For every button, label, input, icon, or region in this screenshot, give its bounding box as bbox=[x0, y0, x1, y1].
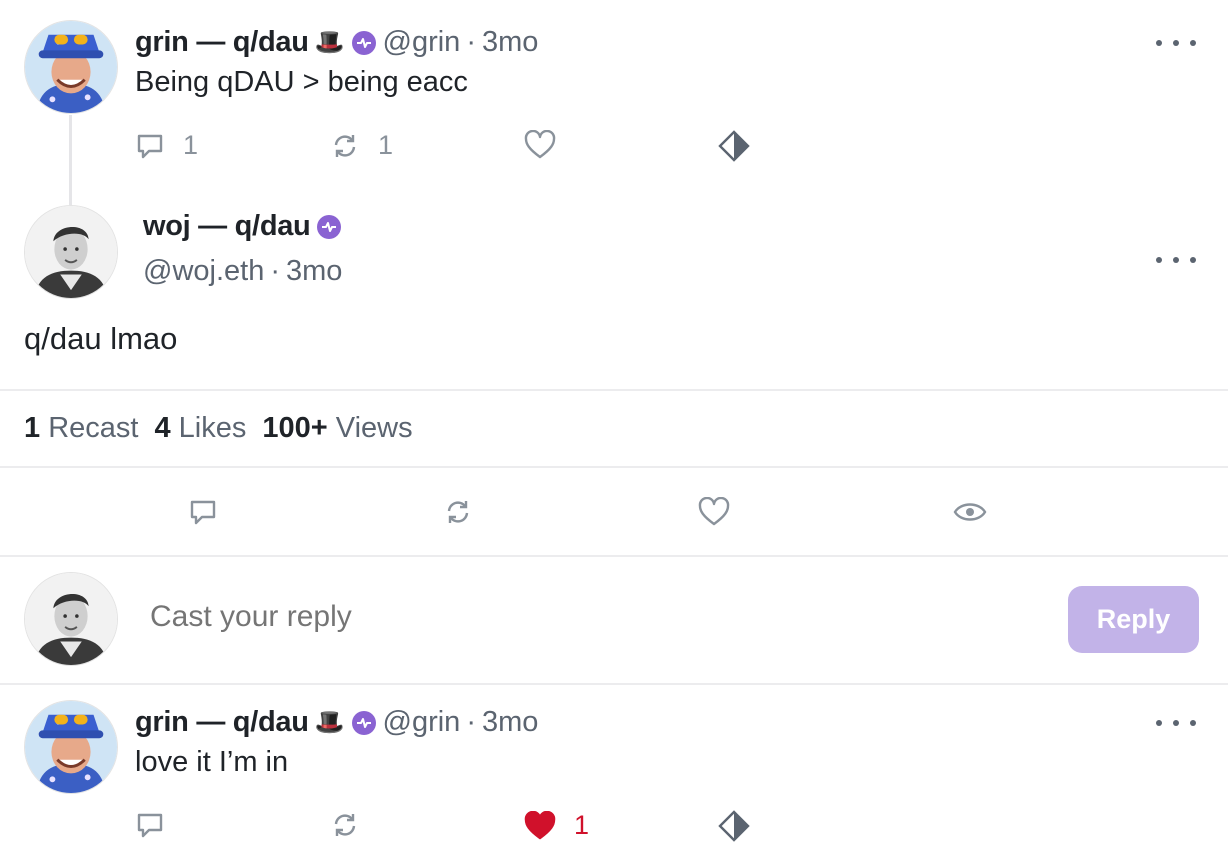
post-text: Being qDAU > being eacc bbox=[135, 66, 468, 98]
reply-action[interactable]: 1 bbox=[135, 130, 198, 161]
reply-input[interactable] bbox=[150, 600, 1010, 634]
reply-count: 1 bbox=[183, 130, 199, 160]
verified-badge-icon bbox=[351, 710, 377, 736]
recast-icon bbox=[330, 810, 360, 840]
post-time[interactable]: 3mo bbox=[482, 706, 538, 739]
current-user-avatar bbox=[24, 572, 118, 666]
main-views-button[interactable] bbox=[953, 497, 987, 527]
recast-icon bbox=[443, 497, 473, 527]
main-reply-button[interactable] bbox=[188, 497, 218, 527]
recast-stat[interactable]: 1 Recast bbox=[24, 412, 138, 445]
post-time[interactable]: 3mo bbox=[482, 26, 538, 59]
separator-dot: · bbox=[466, 26, 476, 58]
author-handle[interactable]: @grin bbox=[383, 26, 461, 59]
post-header: grin — q/dau 🎩 @grin · 3mo bbox=[135, 706, 538, 739]
divider bbox=[0, 555, 1228, 557]
like-action[interactable] bbox=[524, 130, 574, 160]
heart-filled-icon bbox=[524, 810, 556, 841]
reply-action[interactable] bbox=[135, 810, 183, 840]
hat-emoji: 🎩 bbox=[314, 29, 345, 56]
comment-icon bbox=[135, 810, 165, 840]
views-stat: 100+ Views bbox=[262, 412, 413, 444]
bookmark-action[interactable] bbox=[718, 130, 750, 162]
reply-button[interactable]: Reply bbox=[1068, 586, 1199, 653]
author-handle[interactable]: @grin bbox=[383, 706, 461, 739]
grin-avatar[interactable] bbox=[24, 20, 118, 114]
post-stats: 1 Recast 4 Likes 100+ Views bbox=[24, 412, 413, 445]
heart-icon bbox=[524, 130, 556, 160]
main-post-text: q/dau lmao bbox=[24, 321, 178, 356]
hat-emoji: 🎩 bbox=[314, 709, 345, 736]
diamond-icon bbox=[718, 810, 750, 842]
recast-icon bbox=[330, 131, 360, 161]
likes-stat[interactable]: 4 Likes bbox=[154, 412, 246, 445]
recast-count: 1 bbox=[378, 130, 394, 160]
author-name[interactable]: grin — q/dau bbox=[135, 706, 309, 739]
author-name[interactable]: grin — q/dau bbox=[135, 26, 309, 59]
main-author-name[interactable]: woj — q/dau bbox=[143, 210, 311, 243]
main-author-handle[interactable]: @woj.eth bbox=[143, 255, 264, 288]
post-text: love it I’m in bbox=[135, 746, 289, 778]
comment-icon bbox=[188, 497, 218, 527]
separator-dot: · bbox=[270, 255, 280, 287]
more-icon[interactable] bbox=[1156, 33, 1196, 53]
main-post-header: woj — q/dau bbox=[143, 210, 342, 243]
verified-badge-icon bbox=[351, 30, 377, 56]
comment-icon bbox=[135, 131, 165, 161]
grin-avatar[interactable] bbox=[24, 700, 118, 794]
woj-avatar[interactable] bbox=[24, 205, 118, 299]
main-recast-button[interactable] bbox=[443, 497, 473, 527]
recast-action[interactable]: 1 bbox=[330, 130, 393, 161]
divider bbox=[0, 466, 1228, 468]
separator-dot: · bbox=[466, 706, 476, 738]
diamond-icon bbox=[718, 130, 750, 162]
heart-icon bbox=[698, 497, 730, 527]
thread-connector bbox=[69, 115, 72, 205]
main-post-time[interactable]: 3mo bbox=[286, 255, 342, 288]
post-header: grin — q/dau 🎩 @grin · 3mo bbox=[135, 26, 538, 59]
divider bbox=[0, 683, 1228, 685]
eye-icon bbox=[953, 497, 987, 527]
bookmark-action[interactable] bbox=[718, 810, 750, 842]
like-count: 1 bbox=[574, 810, 590, 840]
main-post-subheader: @woj.eth · 3mo bbox=[143, 255, 342, 288]
recast-action[interactable] bbox=[330, 810, 378, 840]
verified-badge-icon bbox=[316, 214, 342, 240]
main-like-button[interactable] bbox=[698, 497, 730, 527]
like-action[interactable]: 1 bbox=[524, 810, 589, 841]
more-icon[interactable] bbox=[1156, 250, 1196, 270]
divider bbox=[0, 389, 1228, 391]
more-icon[interactable] bbox=[1156, 713, 1196, 733]
